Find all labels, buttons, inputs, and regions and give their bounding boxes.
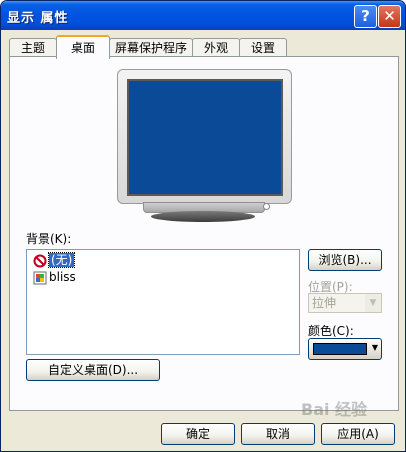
- list-item-label: bliss: [49, 270, 76, 284]
- customize-desktop-button[interactable]: 自定义桌面(D)...: [26, 359, 160, 381]
- color-label: 颜色(C):: [308, 324, 354, 338]
- desktop-tab-panel: 背景(K): (无) bliss 浏览(B)... 位置(P): 拉伸 ▼ 颜色…: [9, 56, 399, 411]
- background-label: 背景(K):: [26, 232, 72, 246]
- title-bar[interactable]: 显示 属性 ? ✕: [1, 1, 405, 30]
- list-item-label: (无): [47, 252, 76, 268]
- position-value: 拉伸: [312, 296, 337, 310]
- monitor-power-led: [263, 203, 270, 210]
- monitor-stand-base: [151, 211, 255, 222]
- image-file-icon: [33, 271, 47, 285]
- color-swatch: [313, 343, 367, 355]
- tab-screensaver[interactable]: 屏幕保护程序: [109, 38, 193, 57]
- position-select[interactable]: 拉伸 ▼: [308, 293, 382, 313]
- tab-themes[interactable]: 主题: [9, 38, 57, 57]
- tab-appearance[interactable]: 外观: [192, 38, 240, 57]
- list-item[interactable]: bliss: [33, 269, 76, 285]
- apply-button[interactable]: 应用(A): [321, 423, 395, 445]
- help-button[interactable]: ?: [354, 5, 377, 28]
- browse-button[interactable]: 浏览(B)...: [308, 249, 382, 271]
- tab-desktop[interactable]: 桌面: [56, 35, 110, 59]
- tab-settings[interactable]: 设置: [239, 38, 287, 57]
- list-item[interactable]: (无): [33, 252, 76, 268]
- background-list[interactable]: (无) bliss: [26, 249, 300, 355]
- monitor-preview: [117, 69, 292, 204]
- window-title: 显示 属性: [7, 11, 69, 26]
- ok-button[interactable]: 确定: [161, 423, 235, 445]
- none-icon: [33, 254, 47, 268]
- desktop-preview-screen: [127, 79, 283, 196]
- close-button[interactable]: ✕: [378, 5, 401, 28]
- chevron-down-icon: ▼: [371, 343, 378, 352]
- color-picker-button[interactable]: ▼: [308, 338, 382, 360]
- cancel-button[interactable]: 取消: [241, 423, 315, 445]
- chevron-down-icon: ▼: [365, 294, 381, 312]
- display-properties-window: 显示 属性 ? ✕ 主题 桌面 屏幕保护程序 外观 设置 背景(K): (无) …: [0, 0, 406, 452]
- watermark: Bai 经验: [301, 400, 368, 419]
